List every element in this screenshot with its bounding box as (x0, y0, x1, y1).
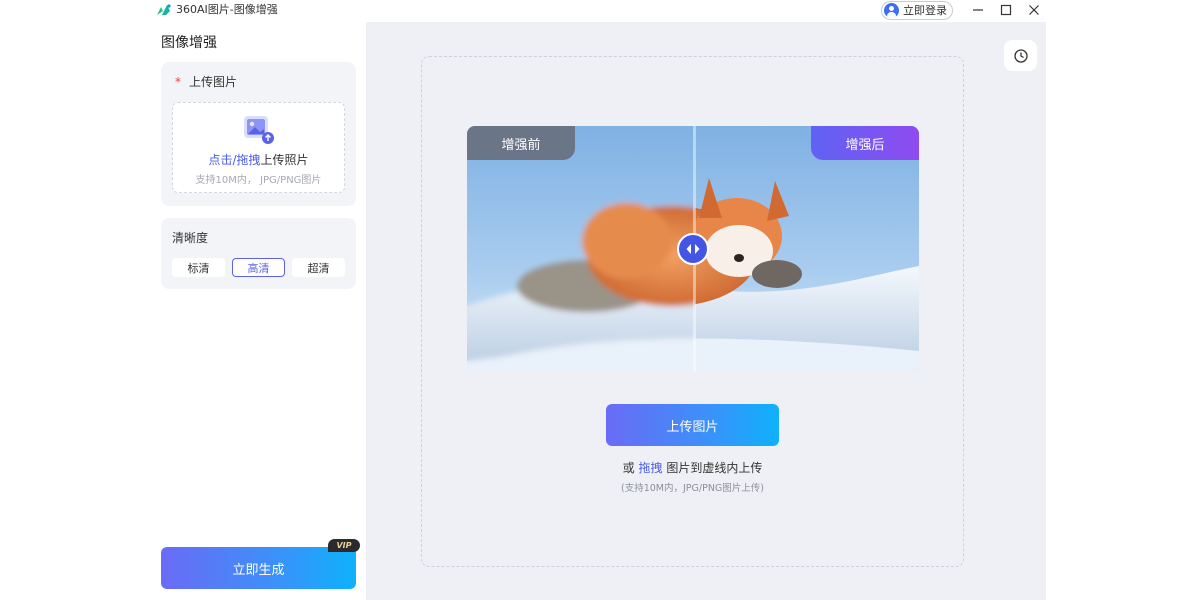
vip-badge: VIP (328, 539, 360, 552)
login-button[interactable]: 立即登录 (881, 1, 953, 20)
before-label: 增强前 (467, 126, 575, 160)
clarity-option-uhd[interactable]: 超清 (292, 258, 345, 277)
clarity-option-hd[interactable]: 高清 (232, 258, 285, 277)
upload-dropzone[interactable]: 点击/拖拽上传照片 支持10M内， JPG/PNG图片 (172, 102, 345, 193)
app-window: 360AI图片-图像增强 立即登录 图像增强 * 上传图片 点击/拖拽上传照片 … (148, 0, 1046, 600)
main-panel: 增强前 增强后 上传图片 或 拖拽 图片到虚线内上传 (支持10M内，JPG/P… (366, 22, 1046, 600)
upload-action-text: 点击/拖拽上传照片 (173, 152, 344, 168)
drop-hint: (支持10M内，JPG/PNG图片上传) (621, 483, 764, 494)
history-button[interactable] (1004, 40, 1037, 71)
drop-suffix: 图片到虚线内上传 (666, 461, 763, 475)
clarity-card: 清晰度 标清 高清 超清 (161, 218, 356, 289)
image-upload-icon (244, 116, 274, 144)
clarity-option-sd[interactable]: 标清 (172, 258, 225, 277)
close-button[interactable] (1024, 1, 1044, 19)
upload-drop-area[interactable]: 增强前 增强后 上传图片 或 拖拽 图片到虚线内上传 (支持10M内，JPG/P… (421, 56, 964, 567)
history-clock-icon (1013, 48, 1028, 63)
maximize-icon (1000, 4, 1012, 16)
upload-action-link[interactable]: 点击/拖拽 (208, 153, 260, 167)
close-icon (1029, 5, 1039, 15)
login-label: 立即登录 (903, 3, 947, 17)
generate-button[interactable]: 立即生成 (161, 547, 356, 589)
app-logo (157, 4, 171, 15)
upload-image-button[interactable]: 上传图片 (606, 404, 779, 446)
maximize-button[interactable] (996, 1, 1016, 19)
window-title: 360AI图片-图像增强 (176, 3, 278, 16)
minimize-button[interactable] (968, 1, 988, 19)
user-avatar-icon (884, 3, 899, 18)
before-after-preview: 增强前 增强后 (467, 126, 919, 372)
upload-label: 上传图片 (189, 75, 238, 89)
minimize-icon (973, 9, 983, 11)
split-handle[interactable] (677, 233, 709, 265)
title-bar: 360AI图片-图像增强 立即登录 (148, 0, 1046, 22)
drop-prefix: 或 (622, 461, 635, 475)
required-mark: * (175, 75, 181, 89)
vip-badge-label: VIP (336, 540, 352, 550)
upload-card: * 上传图片 点击/拖拽上传照片 支持10M内， JPG/PNG图片 (161, 62, 356, 206)
after-label: 增强后 (811, 126, 919, 160)
sidebar: 图像增强 * 上传图片 点击/拖拽上传照片 支持10M内， JPG/PNG图片 … (148, 22, 366, 600)
drop-instruction: 或 拖拽 图片到虚线内上传 (422, 460, 963, 476)
clarity-label: 清晰度 (172, 231, 209, 245)
split-handle-arrows-icon (686, 244, 700, 254)
upload-hint: 支持10M内， JPG/PNG图片 (195, 175, 322, 186)
drop-link[interactable]: 拖拽 (638, 461, 662, 475)
page-title: 图像增强 (161, 35, 217, 51)
upload-action-suffix: 上传照片 (260, 153, 309, 167)
